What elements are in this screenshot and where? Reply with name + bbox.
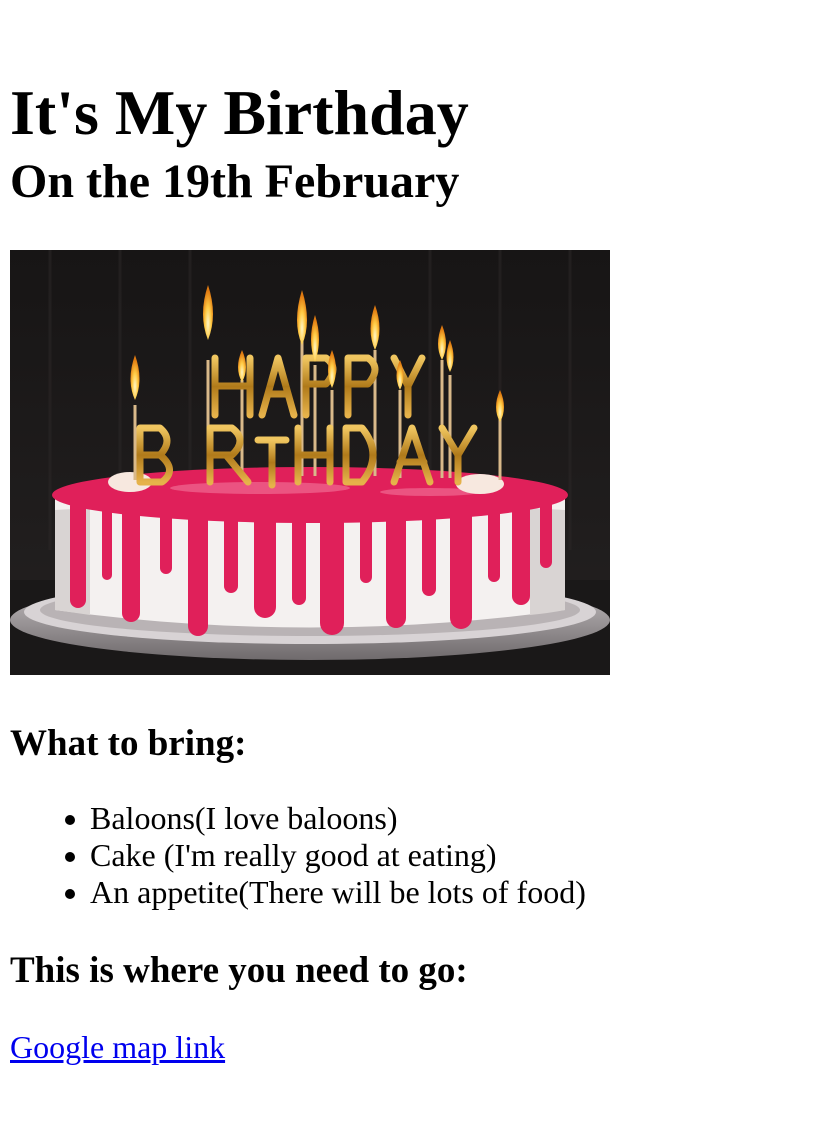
- list-item: Baloons(I love baloons): [65, 800, 586, 837]
- what-to-bring-heading: What to bring:: [10, 723, 247, 764]
- list-item: An appetite(There will be lots of food): [65, 874, 586, 910]
- page-subtitle: On the 19th February: [10, 155, 460, 208]
- birthday-cake-image: [10, 250, 610, 675]
- bring-list: Baloons(I love baloons) Cake (I'm really…: [10, 800, 586, 911]
- google-map-link[interactable]: Google map link: [10, 1029, 225, 1066]
- directions-heading: This is where you need to go:: [10, 950, 468, 991]
- page-title: It's My Birthday: [10, 77, 469, 148]
- list-item: Cake (I'm really good at eating): [65, 837, 586, 874]
